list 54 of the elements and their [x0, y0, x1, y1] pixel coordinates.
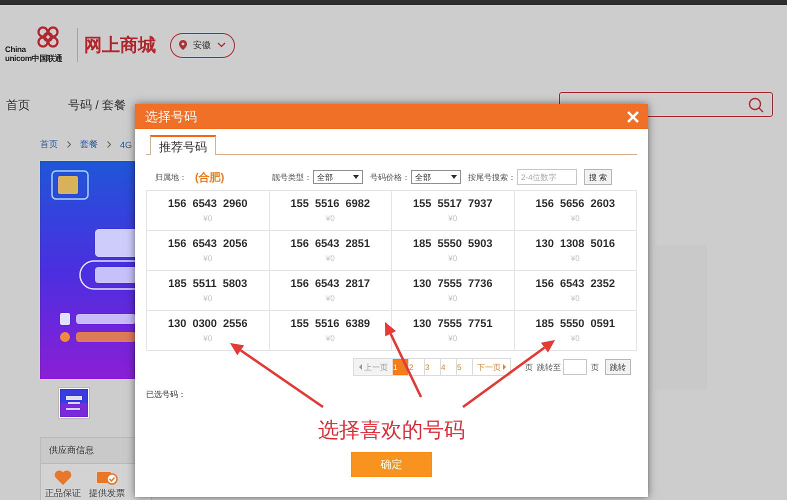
number-option[interactable]: 155 5517 7937 ¥0	[392, 191, 514, 231]
number-option[interactable]: 156 5656 2603 ¥0	[514, 191, 637, 231]
number-option[interactable]: 155 5516 6389 ¥0	[270, 311, 392, 351]
badge-label: 正品保证	[45, 487, 81, 500]
page-number-field[interactable]	[563, 359, 587, 375]
type-select[interactable]: 全部	[313, 170, 363, 184]
price-select[interactable]: 全部	[411, 170, 461, 184]
chevron-right-icon	[107, 141, 111, 148]
number-option[interactable]: 156 6543 2960 ¥0	[147, 191, 270, 231]
filter-label: 靓号类型：	[272, 172, 312, 182]
nav-link[interactable]: 首页	[6, 96, 30, 114]
page-unit: 页	[591, 362, 599, 372]
location-selector[interactable]: 安徽	[170, 32, 235, 58]
number-option[interactable]: 185 5550 0591 ¥0	[514, 311, 637, 351]
number-option[interactable]: 156 6543 2056 ¥0	[147, 231, 270, 271]
logo-text: unicom中国联通	[5, 54, 62, 63]
search-icon	[748, 96, 764, 112]
number-option[interactable]: 130 0300 2556 ¥0	[147, 311, 270, 351]
breadcrumb-link[interactable]: 4G	[120, 140, 132, 150]
number-option[interactable]: 155 5516 6982 ¥0	[270, 191, 392, 231]
number-option[interactable]: 130 7555 7751 ¥0	[392, 311, 514, 351]
number-option[interactable]: 156 6543 2851 ¥0	[270, 231, 392, 271]
filter-label: 按尾号搜索：	[468, 172, 516, 182]
annotation-text: 选择喜欢的号码	[318, 418, 465, 444]
filter-label: 归属地：	[155, 172, 187, 182]
heart-icon	[54, 470, 72, 485]
number-option[interactable]: 130 7555 7736 ¥0	[392, 271, 514, 311]
chevron-down-icon	[217, 42, 226, 48]
breadcrumb-link[interactable]: 首页	[40, 138, 58, 151]
chevron-right-icon	[67, 141, 71, 148]
thumbnail[interactable]	[58, 387, 90, 419]
store-title: 网上商城	[84, 34, 156, 57]
region-value: (合肥)	[195, 170, 226, 184]
pin-icon	[179, 40, 187, 50]
breadcrumb-link[interactable]: 套餐	[80, 138, 98, 151]
logo-text: China	[5, 45, 26, 54]
badge-label: 提供发票	[89, 487, 125, 500]
goto-label: 跳转至	[537, 362, 561, 372]
tail-number-field[interactable]: 2-4位数字	[517, 169, 577, 185]
number-option[interactable]: 130 1308 5016 ¥0	[514, 231, 637, 271]
dialog-title: 选择号码	[145, 108, 197, 126]
number-option[interactable]: 156 6543 2817 ¥0	[270, 271, 392, 311]
close-button[interactable]	[626, 110, 640, 124]
number-option[interactable]: 185 5511 5803 ¥0	[147, 271, 270, 311]
selected-numbers-label: 已选号码：	[146, 389, 187, 400]
page-total: 页	[525, 362, 533, 372]
number-option[interactable]: 185 5550 5903 ¥0	[392, 231, 514, 271]
filter-label: 号码价格：	[370, 172, 410, 182]
nav-link[interactable]: 号码 / 套餐	[68, 96, 126, 114]
search-button[interactable]: 搜 索	[584, 169, 612, 185]
invoice-check-icon	[96, 470, 118, 485]
tab[interactable]: 推荐号码	[150, 135, 216, 155]
number-option[interactable]: 156 6543 2352 ¥0	[514, 271, 637, 311]
goto-button[interactable]: 跳转	[605, 359, 631, 375]
